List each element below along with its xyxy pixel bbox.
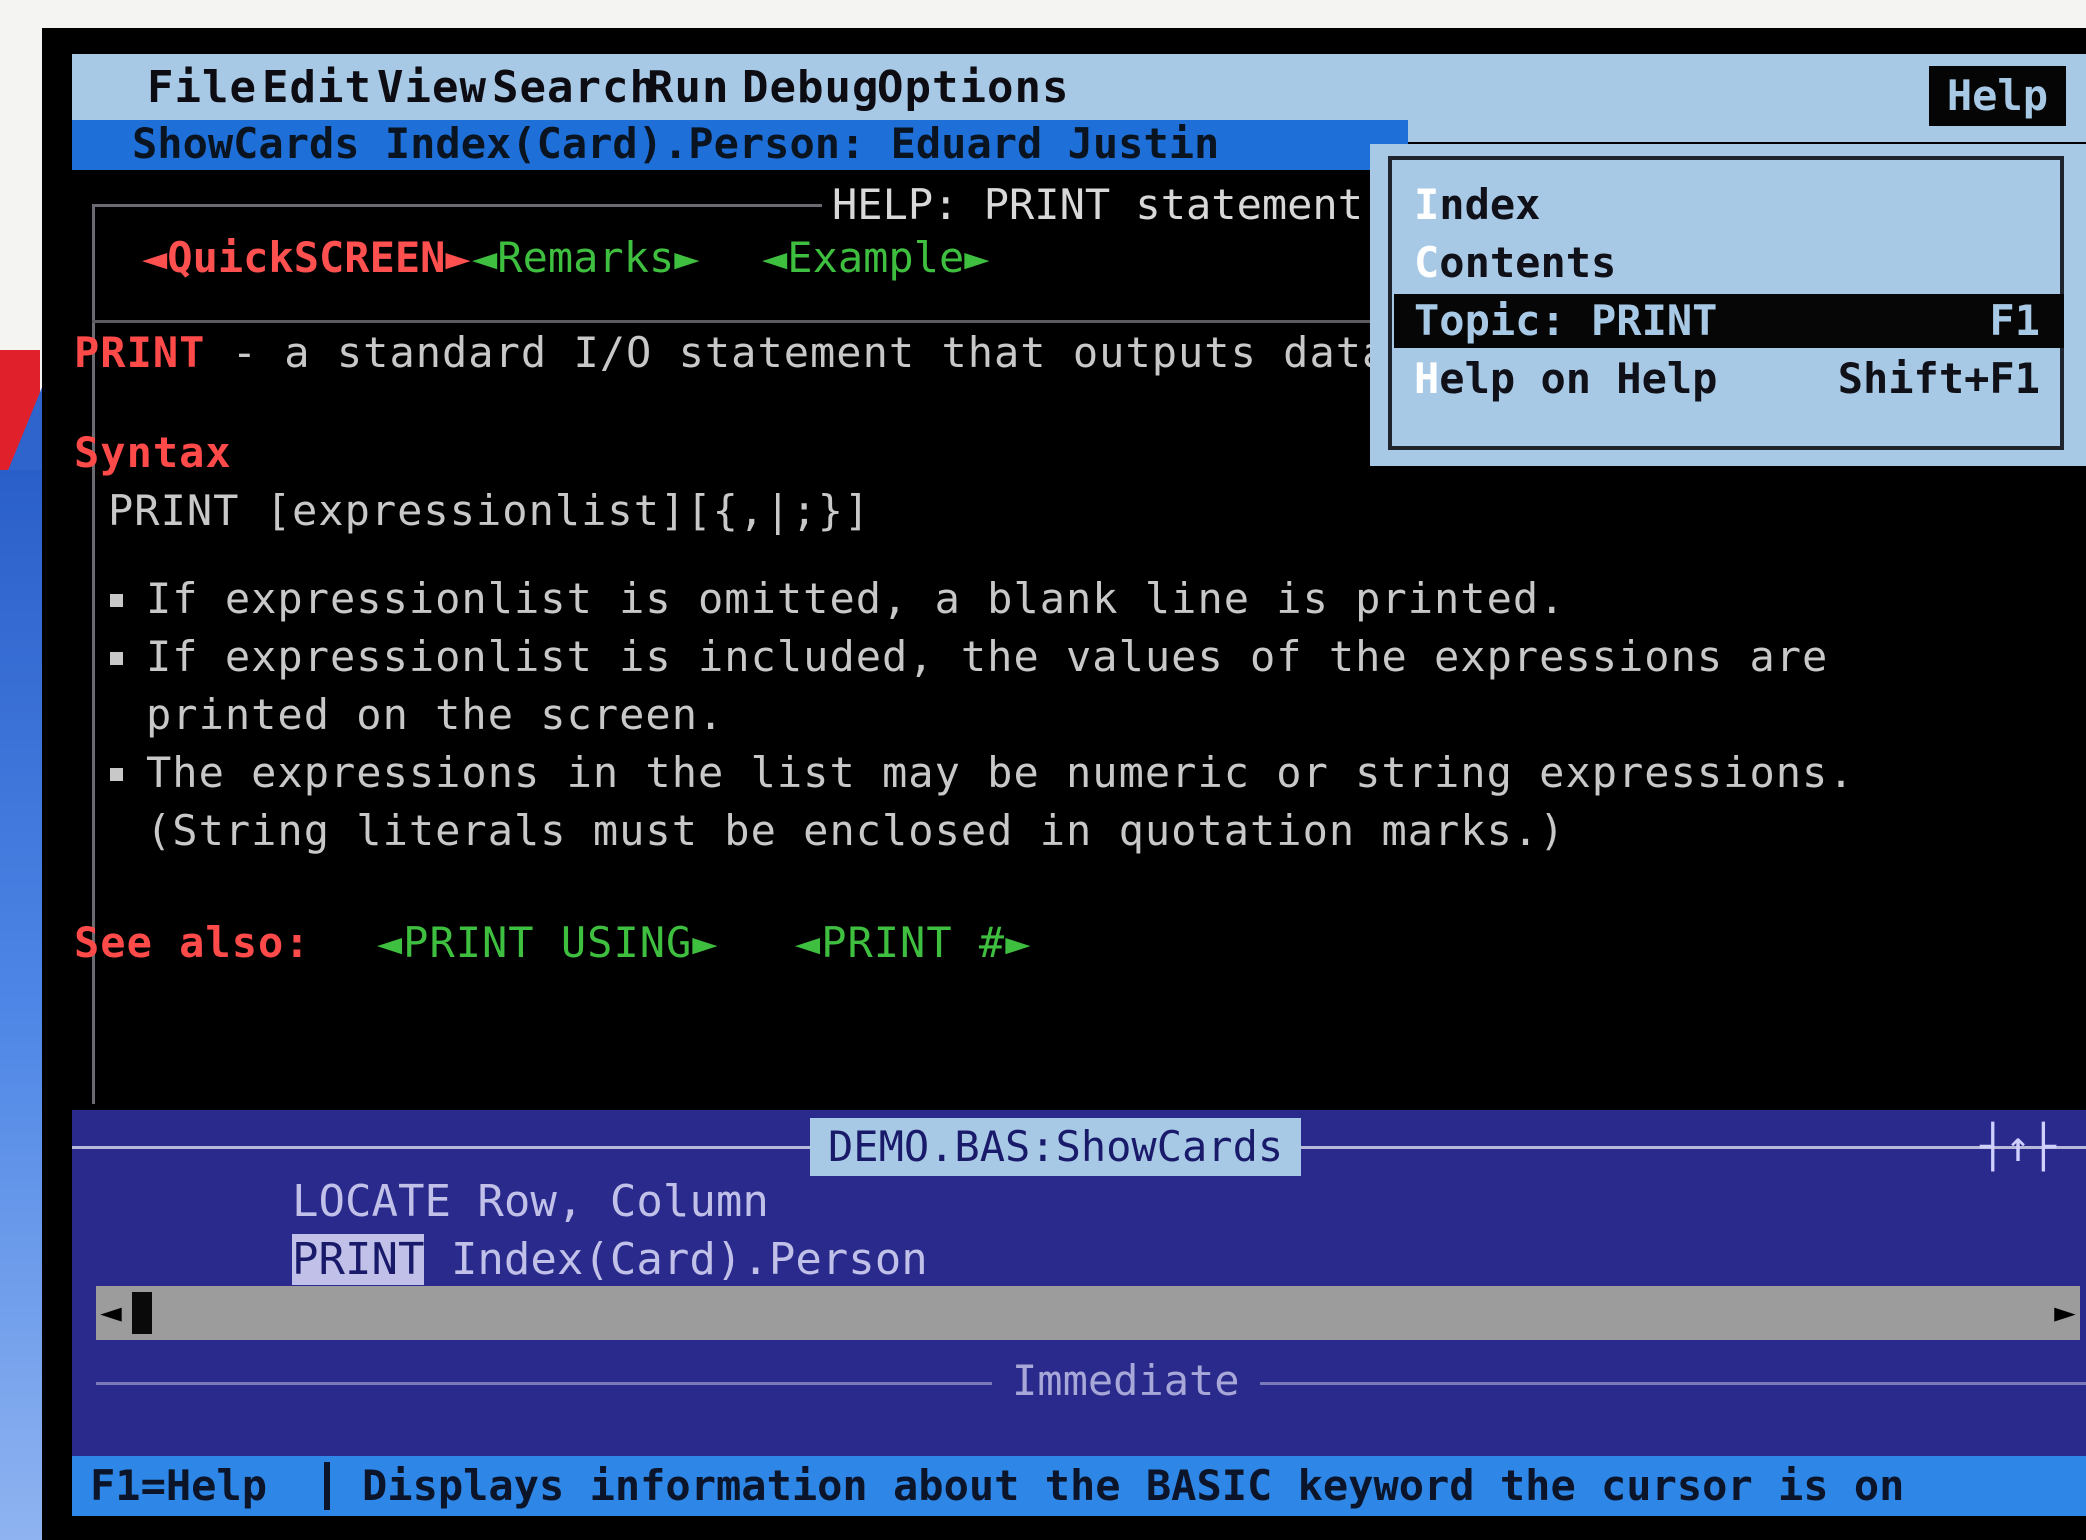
bullet-icon: [110, 594, 123, 607]
code-line: PRINT Index(Card).Person: [292, 1234, 928, 1285]
code-line: LOCATE Row, Column: [292, 1176, 769, 1227]
status-help-key[interactable]: F1=Help: [90, 1456, 267, 1516]
help-title: HELP: PRINT statement: [832, 180, 1364, 229]
menu-search[interactable]: Search: [492, 62, 657, 113]
accelerator-key: C: [1414, 238, 1440, 287]
window-title-bar: ShowCards Index(Card).Person: Eduard Jus…: [72, 120, 1408, 170]
bullet-icon: [110, 652, 123, 665]
menu-item-label: opic: PRINT: [1439, 296, 1718, 345]
menu-help[interactable]: Help: [1928, 66, 2066, 126]
code-line-rest: Index(Card).Person: [424, 1234, 928, 1285]
menu-item-topic[interactable]: Topic: PRINT F1: [1394, 294, 2064, 348]
tab-example[interactable]: ◄Example►: [762, 233, 990, 282]
menu-debug[interactable]: Debug: [742, 62, 879, 113]
menu-options[interactable]: Options: [877, 62, 1069, 113]
menu-view[interactable]: View: [377, 62, 487, 113]
help-border: [92, 204, 822, 207]
accelerator-key: T: [1414, 296, 1440, 345]
status-divider: [324, 1462, 330, 1510]
menu-item-label: ontents: [1439, 238, 1617, 287]
bullet-continuation: printed on the screen.: [146, 690, 725, 739]
cursor-keyword: PRINT: [292, 1234, 425, 1285]
immediate-title: Immediate: [992, 1356, 1260, 1405]
menu-item-label: elp on Help: [1439, 354, 1718, 403]
help-keyword: PRINT: [74, 328, 206, 377]
help-dropdown-menu: Index Contents Topic: PRINT F1 Help on H…: [1370, 144, 2086, 466]
maximize-icon[interactable]: ┤↑├: [1980, 1122, 2056, 1171]
see-also-print-hash-link[interactable]: ◄PRINT #►: [795, 918, 1032, 967]
menu-run[interactable]: Run: [647, 62, 729, 113]
horizontal-scrollbar[interactable]: ◄ ►: [96, 1286, 2080, 1340]
menu-item-help-on-help[interactable]: Help on Help Shift+F1: [1414, 352, 2064, 406]
see-also-print-using-link[interactable]: ◄PRINT USING►: [377, 918, 719, 967]
menu-item-shortcut: Shift+F1: [1837, 354, 2040, 403]
scrollbar-thumb[interactable]: [132, 1292, 152, 1334]
bullet-text: If expressionlist is included, the value…: [146, 632, 1829, 681]
syntax-heading: Syntax: [74, 428, 232, 477]
qbasic-screen: File Edit View Search Run Debug Options …: [42, 28, 2086, 1540]
tab-remarks[interactable]: ◄Remarks►: [472, 233, 700, 282]
accelerator-key: H: [1414, 354, 1440, 403]
menu-edit[interactable]: Edit: [262, 62, 372, 113]
see-also-line: See also: ◄PRINT USING► ◄PRINT #►: [74, 918, 1031, 967]
help-intro-line: PRINT - a standard I/O statement that ou…: [74, 328, 1388, 377]
help-description: - a standard I/O statement that outputs …: [205, 328, 1389, 377]
accelerator-key: I: [1414, 180, 1440, 229]
see-also-label: See also:: [74, 918, 311, 967]
scroll-left-arrow-icon[interactable]: ◄: [96, 1286, 126, 1340]
help-separator: [92, 320, 1422, 323]
status-bar: F1=Help Displays information about the B…: [72, 1456, 2086, 1516]
status-message: Displays information about the BASIC key…: [362, 1461, 1905, 1510]
menu-item-shortcut: F1: [1989, 296, 2040, 345]
menu-item-contents[interactable]: Contents: [1414, 236, 2064, 290]
bullet-continuation: (String literals must be enclosed in quo…: [146, 806, 1566, 855]
bullet-icon: [110, 768, 123, 781]
syntax-text: PRINT [expressionlist][{,|;}]: [108, 486, 871, 535]
tab-quickscreen[interactable]: ◄QuickSCREEN►: [142, 233, 471, 282]
code-window-title: DEMO.BAS:ShowCards: [810, 1118, 1302, 1176]
bullet-text: If expressionlist is omitted, a blank li…: [146, 574, 1566, 623]
menu-item-label: ndex: [1439, 180, 1541, 229]
scroll-right-arrow-icon[interactable]: ►: [2050, 1286, 2080, 1340]
bullet-text: The expressions in the list may be numer…: [146, 748, 1855, 797]
menu-file[interactable]: File: [147, 62, 257, 113]
menu-item-index[interactable]: Index: [1414, 178, 2064, 232]
